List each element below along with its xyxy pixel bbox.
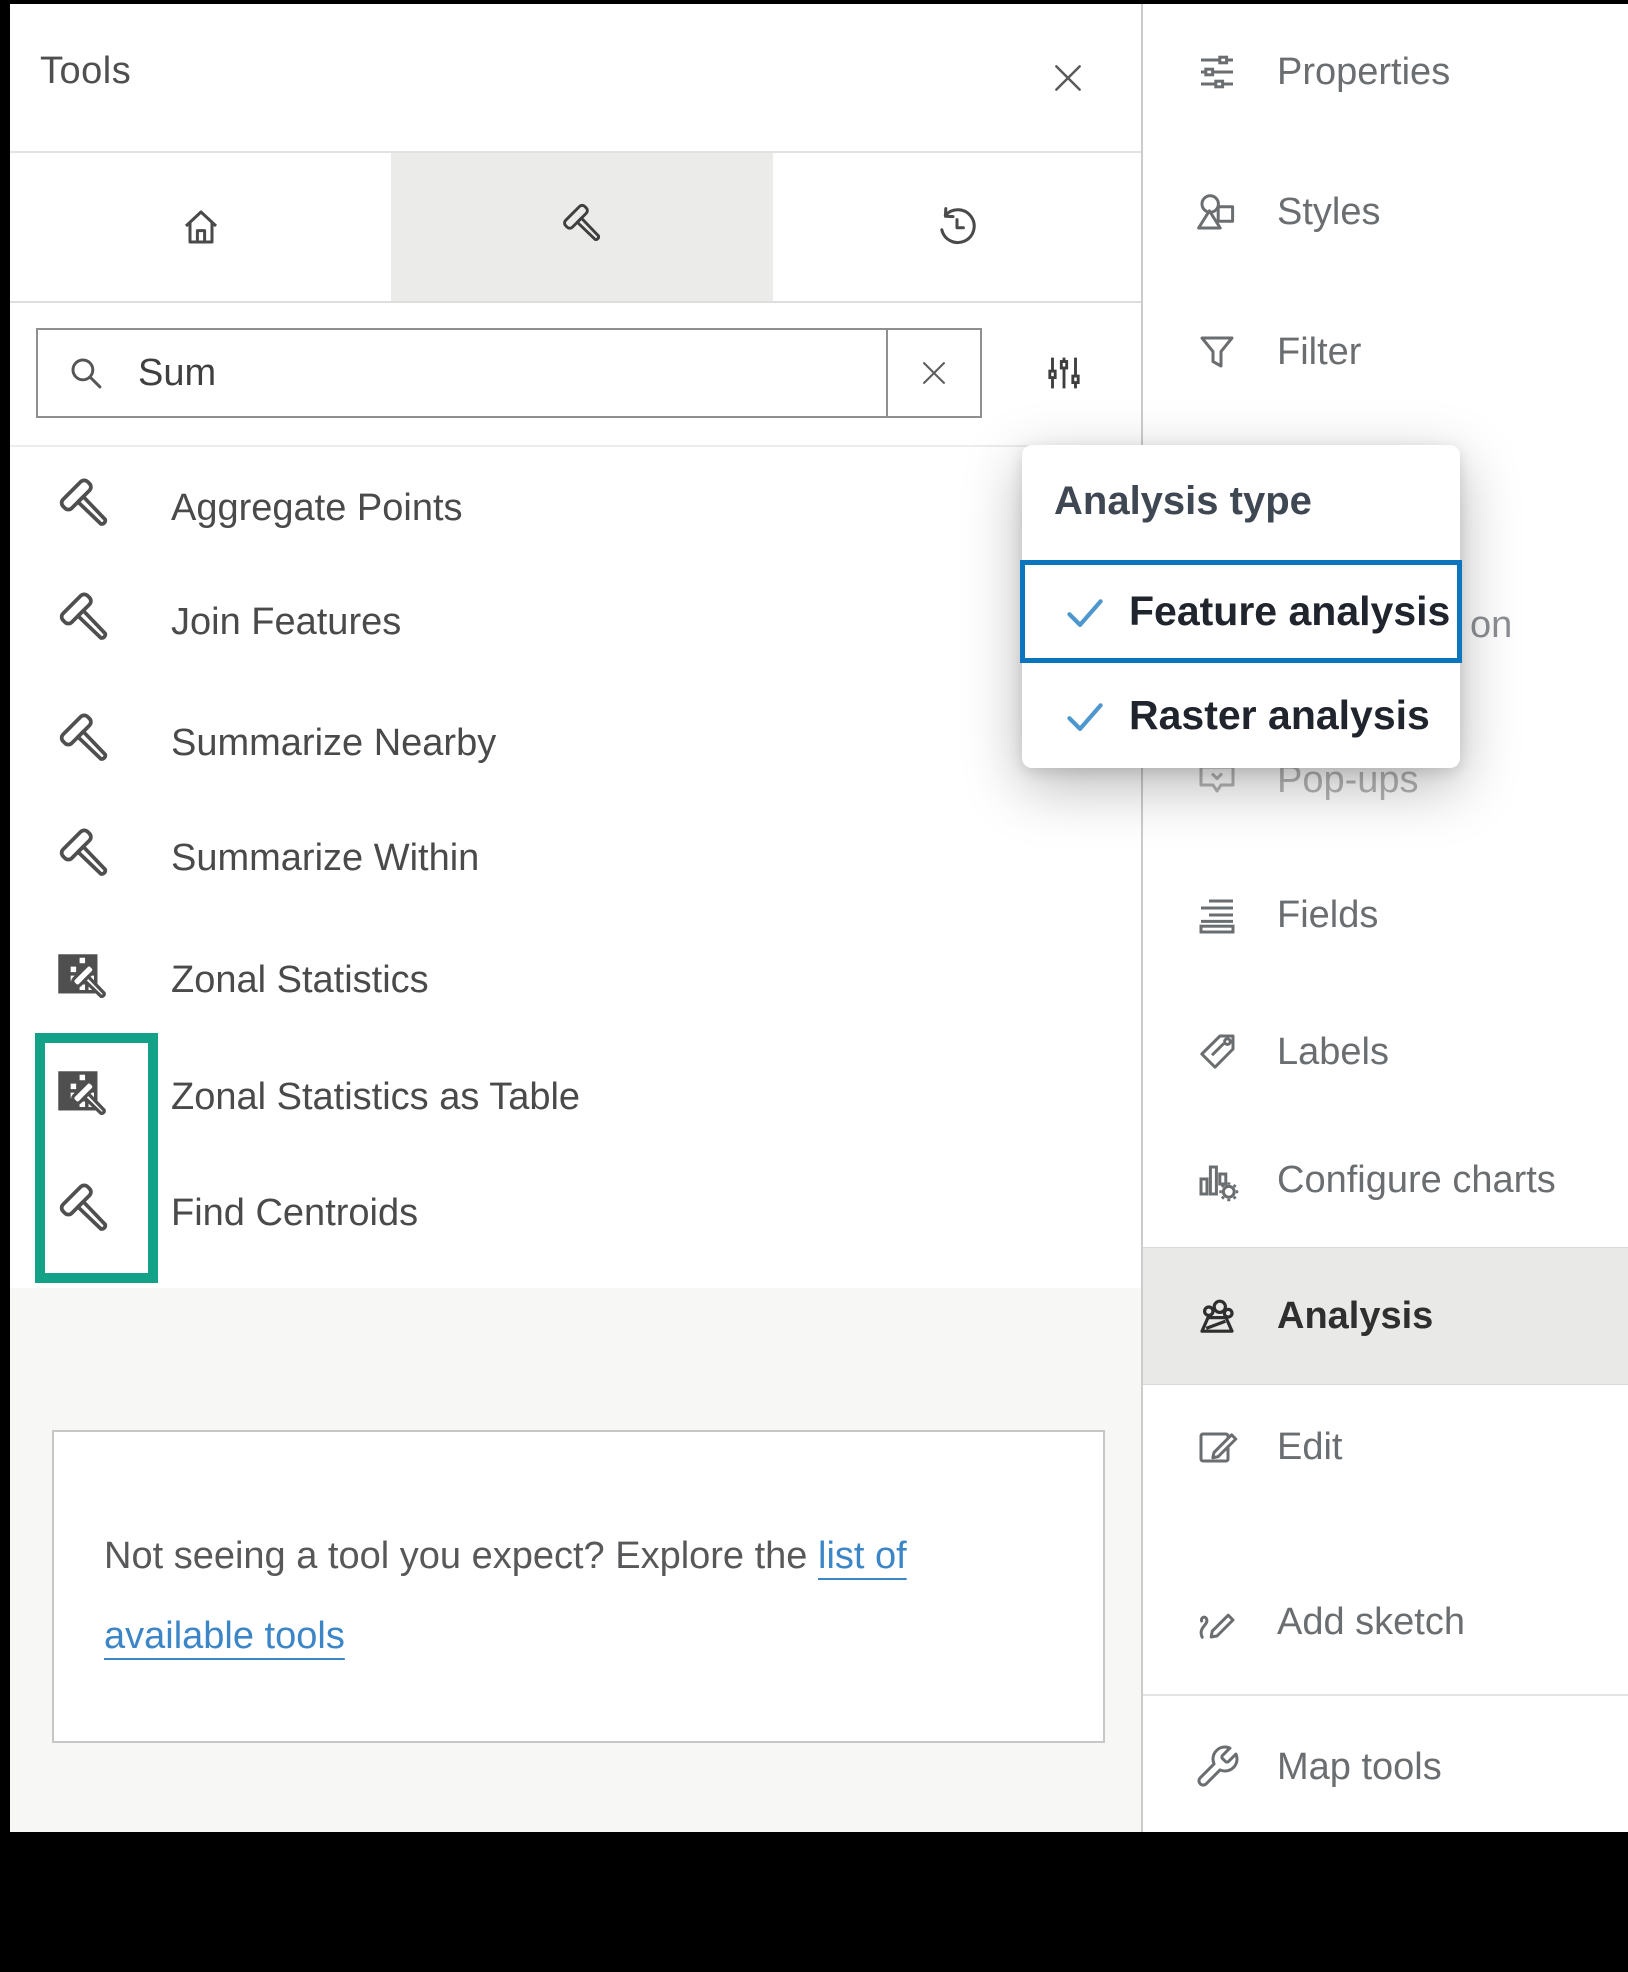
tool-row-zonal-statistics[interactable]: Zonal Statistics bbox=[10, 932, 1141, 1028]
border-left bbox=[0, 0, 10, 1832]
search-box bbox=[36, 328, 982, 418]
clear-icon bbox=[917, 356, 951, 390]
hammer-icon bbox=[52, 1181, 116, 1245]
tab-history[interactable] bbox=[773, 153, 1141, 301]
sidebar-item-properties[interactable]: Properties bbox=[1143, 24, 1628, 120]
sidebar-item-label: Properties bbox=[1277, 51, 1450, 94]
sidebar-item-label: Fields bbox=[1277, 894, 1378, 937]
menu-option-feature-analysis[interactable]: Feature analysis bbox=[1020, 560, 1462, 663]
sidebar-item-configure-charts[interactable]: Configure charts bbox=[1143, 1132, 1628, 1228]
wrench-icon bbox=[1193, 1743, 1241, 1791]
tool-row-find-centroids[interactable]: Find Centroids bbox=[10, 1165, 1141, 1261]
sketch-icon bbox=[1193, 1598, 1241, 1646]
tool-label: Aggregate Points bbox=[171, 487, 463, 530]
panel-title: Tools bbox=[40, 50, 131, 93]
close-icon bbox=[1048, 58, 1088, 98]
analysis-type-menu-title: Analysis type bbox=[1054, 479, 1312, 524]
sidebar-item-label: Map tools bbox=[1277, 1746, 1442, 1789]
note-text: Not seeing a tool you expect? Explore th… bbox=[104, 1535, 907, 1657]
tools-note-box: Not seeing a tool you expect? Explore th… bbox=[52, 1430, 1105, 1743]
tool-label: Summarize Nearby bbox=[171, 722, 496, 765]
tool-row-zonal-statistics-as-table[interactable]: Zonal Statistics as Table bbox=[10, 1049, 1141, 1145]
tab-home[interactable] bbox=[10, 153, 391, 301]
hammer-icon bbox=[52, 590, 116, 654]
sliders-vertical-icon bbox=[1041, 350, 1087, 396]
search-icon bbox=[64, 351, 108, 395]
tab-tools-selected[interactable] bbox=[391, 153, 773, 301]
zonal-statistics-icon bbox=[52, 948, 116, 1012]
tools-panel: Tools bbox=[10, 4, 1141, 1832]
sidebar-item-label: Labels bbox=[1277, 1031, 1389, 1074]
field-list-icon bbox=[1193, 891, 1241, 939]
divider bbox=[1143, 1694, 1628, 1696]
menu-option-raster-analysis[interactable]: Raster analysis bbox=[1025, 673, 1455, 758]
tool-label: Zonal Statistics bbox=[171, 959, 429, 1002]
sliders-icon bbox=[1193, 48, 1241, 96]
history-icon bbox=[933, 203, 981, 251]
sidebar-item-label: Configure charts bbox=[1277, 1159, 1556, 1202]
menu-option-label: Raster analysis bbox=[1129, 692, 1430, 739]
sidebar-item-label: Styles bbox=[1277, 191, 1380, 234]
sidebar-item-label: Add sketch bbox=[1277, 1601, 1465, 1644]
sidebar-item-edit[interactable]: Edit bbox=[1143, 1399, 1628, 1495]
check-icon bbox=[1063, 590, 1107, 634]
tool-label: Zonal Statistics as Table bbox=[171, 1076, 580, 1119]
hammer-icon bbox=[52, 711, 116, 775]
clear-search-button[interactable] bbox=[886, 330, 980, 416]
sidebar-item-fields[interactable]: Fields bbox=[1143, 867, 1628, 963]
hammer-icon bbox=[557, 202, 607, 252]
tool-row-aggregate-points[interactable]: Aggregate Points bbox=[10, 460, 1141, 556]
chart-gear-icon bbox=[1193, 1156, 1241, 1204]
sidebar-item-label: Filter bbox=[1277, 331, 1361, 374]
home-icon bbox=[177, 203, 225, 251]
layer-settings-sidebar: Properties Styles Filter on Pop-ups Fiel… bbox=[1141, 4, 1628, 1832]
analysis-type-menu: Analysis type Feature analysis Raster an… bbox=[1022, 445, 1460, 768]
sidebar-item-label: Edit bbox=[1277, 1426, 1342, 1469]
hammer-icon bbox=[52, 826, 116, 890]
map-viewer-screenshot: Tools bbox=[0, 0, 1628, 1972]
sidebar-item-map-tools[interactable]: Map tools bbox=[1143, 1719, 1628, 1815]
sidebar-item-add-sketch[interactable]: Add sketch bbox=[1143, 1574, 1628, 1670]
search-filter-button[interactable] bbox=[1037, 346, 1091, 400]
tool-label: Join Features bbox=[171, 601, 401, 644]
search-input[interactable] bbox=[138, 352, 758, 395]
analysis-icon bbox=[1193, 1292, 1241, 1340]
close-panel-button[interactable] bbox=[1044, 54, 1092, 102]
tools-tab-bar bbox=[10, 151, 1141, 303]
sidebar-item-partially-hidden[interactable]: on bbox=[1470, 604, 1512, 647]
hammer-icon bbox=[52, 476, 116, 540]
check-icon bbox=[1063, 694, 1107, 738]
tool-row-summarize-within[interactable]: Summarize Within bbox=[10, 810, 1141, 906]
tool-row-join-features[interactable]: Join Features bbox=[10, 574, 1141, 670]
funnel-icon bbox=[1193, 328, 1241, 376]
search-input-area[interactable] bbox=[38, 330, 886, 416]
sidebar-item-styles[interactable]: Styles bbox=[1143, 164, 1628, 260]
sidebar-item-labels[interactable]: Labels bbox=[1143, 1004, 1628, 1100]
menu-option-label: Feature analysis bbox=[1129, 588, 1450, 635]
border-bottom bbox=[0, 1832, 1628, 1972]
tool-label: Find Centroids bbox=[171, 1192, 418, 1235]
zonal-statistics-icon bbox=[52, 1065, 116, 1129]
shapes-icon bbox=[1193, 188, 1241, 236]
tool-row-summarize-nearby[interactable]: Summarize Nearby bbox=[10, 695, 1141, 791]
edit-icon bbox=[1193, 1423, 1241, 1471]
sidebar-item-filter[interactable]: Filter bbox=[1143, 304, 1628, 400]
sidebar-item-label: Analysis bbox=[1277, 1295, 1433, 1338]
sidebar-item-analysis-selected[interactable]: Analysis bbox=[1143, 1247, 1628, 1385]
divider bbox=[10, 445, 1141, 447]
tool-label: Summarize Within bbox=[171, 837, 479, 880]
tag-icon bbox=[1193, 1028, 1241, 1076]
